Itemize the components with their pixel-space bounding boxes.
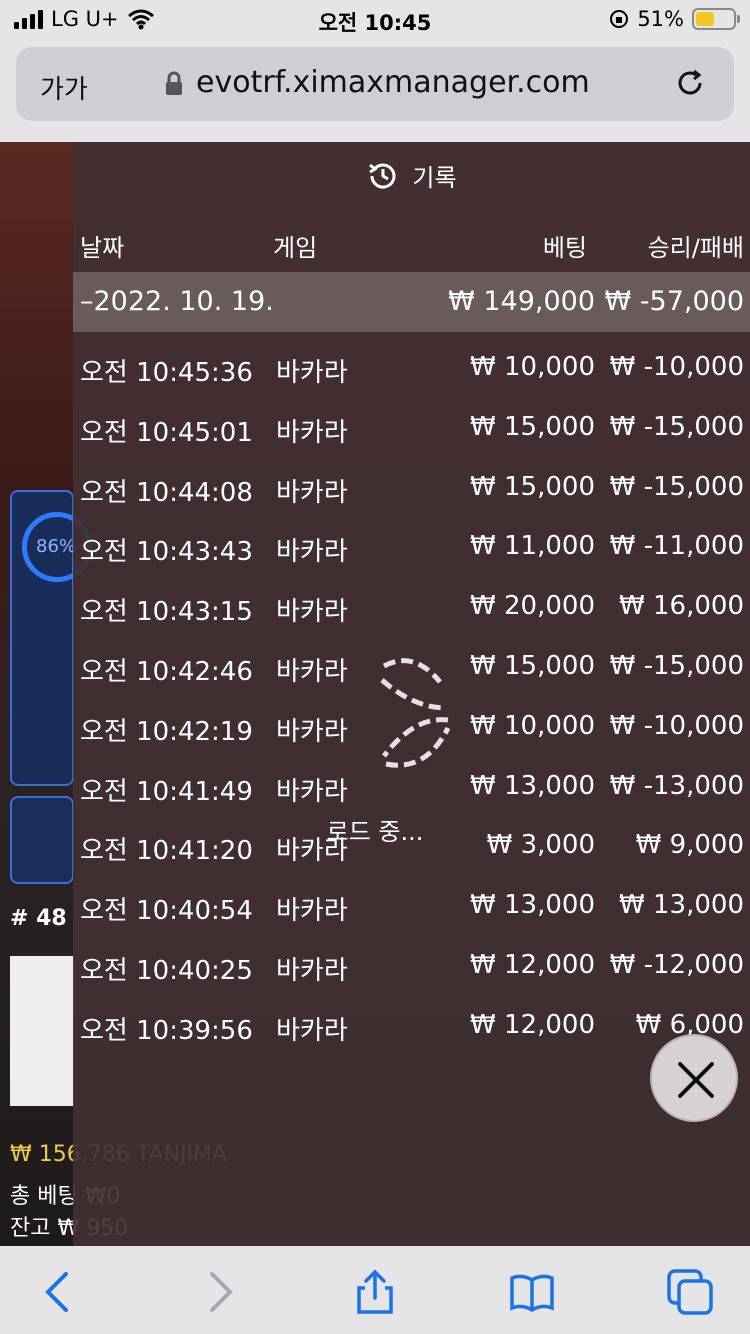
history-icon (369, 163, 396, 188)
row-game: 바카라 (276, 716, 348, 747)
row-result: ₩ 16,000 (619, 591, 744, 622)
bookmarks-icon[interactable] (508, 1268, 556, 1316)
row-bet: ₩ 13,000 (470, 890, 595, 921)
row-result: ₩ -15,000 (609, 411, 744, 442)
row-time: 오전 10:43:43 (80, 537, 253, 568)
row-time: 오전 10:39:56 (80, 1015, 253, 1046)
day-result: ₩ -57,000 (604, 286, 745, 317)
row-time: 오전 10:45:01 (80, 417, 253, 448)
row-time: 오전 10:41:49 (80, 776, 253, 807)
row-time: 오전 10:42:19 (80, 716, 253, 747)
row-bet: ₩ 10,000 (470, 352, 595, 382)
row-bet: ₩ 11,000 (470, 531, 595, 562)
row-bet: ₩ 15,000 (470, 650, 595, 681)
forward-icon[interactable] (196, 1268, 244, 1316)
row-result: ₩ -12,000 (609, 949, 744, 980)
row-bet: ₩ 12,000 (470, 1009, 595, 1040)
browser-top-bar: 가가 evotrf.ximaxmanager.com (0, 40, 750, 142)
share-icon[interactable] (351, 1268, 399, 1316)
row-bet: ₩ 20,000 (470, 591, 595, 622)
header-game: 게임 (273, 234, 318, 262)
loading-spinner-icon (380, 658, 451, 768)
history-row[interactable]: 오전 10:40:54 바카라 ₩ 13,000 ₩ 13,000 (73, 876, 750, 936)
row-game: 바카라 (276, 1015, 348, 1046)
row-bet: ₩ 15,000 (470, 411, 595, 442)
row-bet: ₩ 10,000 (470, 710, 595, 741)
history-title-text: 기록 (412, 164, 457, 192)
reload-icon[interactable] (672, 65, 708, 101)
battery-percent: 51% (637, 7, 684, 31)
history-row[interactable]: 오전 10:40:25 바카라 ₩ 12,000 ₩ -12,000 (73, 936, 750, 996)
header-result: 승리/패배 (647, 234, 744, 262)
close-icon (678, 1062, 714, 1098)
row-time: 오전 10:43:15 (80, 597, 253, 628)
round-number: # 48 (10, 906, 67, 931)
header-date: 날짜 (80, 234, 125, 262)
day-bet: ₩ 149,000 (448, 286, 595, 317)
close-button[interactable] (650, 1034, 738, 1122)
row-game: 바카라 (276, 358, 348, 388)
history-row[interactable]: 오전 10:39:56 바카라 ₩ 12,000 ₩ 6,000 (73, 996, 750, 1056)
row-time: 오전 10:45:36 (80, 358, 253, 388)
browser-toolbar (0, 1246, 750, 1334)
row-result: ₩ -15,000 (609, 650, 744, 681)
row-result: ₩ -11,000 (609, 531, 744, 562)
tabs-icon[interactable] (666, 1268, 714, 1316)
history-title: 기록 (73, 158, 750, 193)
status-bar: LG U+ 오전 10:45 51% (0, 0, 750, 40)
row-bet: ₩ 12,000 (470, 949, 595, 980)
loading-text: 로드 중... (326, 818, 424, 846)
row-result: ₩ -10,000 (609, 352, 744, 382)
history-row[interactable]: 오전 10:43:15 바카라 ₩ 20,000 ₩ 16,000 (73, 577, 750, 637)
row-result: ₩ 13,000 (619, 890, 744, 921)
battery-fill (696, 12, 715, 26)
row-game: 바카라 (276, 776, 348, 807)
row-time: 오전 10:44:08 (80, 477, 253, 508)
row-result: ₩ -15,000 (609, 471, 744, 502)
lock-icon (166, 71, 182, 95)
row-game: 바카라 (276, 537, 348, 568)
row-bet: ₩ 15,000 (470, 471, 595, 502)
row-result: ₩ -13,000 (609, 770, 744, 801)
row-game: 바카라 (276, 656, 348, 687)
battery-icon (692, 8, 740, 30)
back-icon[interactable] (34, 1268, 82, 1316)
row-bet: ₩ 13,000 (470, 770, 595, 801)
day-date: –2022. 10. 19. (80, 286, 274, 317)
url-text[interactable]: evotrf.ximaxmanager.com (196, 65, 590, 100)
address-bar[interactable]: 가가 evotrf.ximaxmanager.com (16, 47, 734, 121)
row-time: 오전 10:40:25 (80, 955, 253, 986)
orientation-lock-icon (610, 10, 629, 28)
header-bet: 베팅 (542, 234, 587, 262)
day-summary-row[interactable]: –2022. 10. 19. ₩ 149,000 ₩ -57,000 (73, 272, 750, 332)
text-size-button[interactable]: 가가 (40, 69, 88, 106)
progress-text: 86% (36, 536, 77, 557)
history-row[interactable]: 오전 10:45:36 바카라 ₩ 10,000 ₩ -10,000 (73, 338, 750, 398)
history-row[interactable]: 오전 10:44:08 바카라 ₩ 15,000 ₩ -15,000 (73, 458, 750, 518)
history-row[interactable]: 오전 10:43:43 바카라 ₩ 11,000 ₩ -11,000 (73, 517, 750, 577)
row-game: 바카라 (276, 955, 348, 986)
history-header: 날짜 게임 베팅 승리/패배 (73, 214, 750, 272)
row-result: ₩ -10,000 (609, 710, 744, 741)
row-game: 바카라 (276, 896, 348, 927)
row-game: 바카라 (276, 417, 348, 448)
row-game: 바카라 (276, 477, 348, 508)
bead-road (10, 956, 74, 1106)
status-right: 51% (609, 7, 740, 31)
row-time: 오전 10:42:46 (80, 656, 253, 687)
row-game: 바카라 (276, 597, 348, 628)
history-row[interactable]: 오전 10:45:01 바카라 ₩ 15,000 ₩ -15,000 (73, 398, 750, 458)
row-time: 오전 10:40:54 (80, 896, 253, 927)
